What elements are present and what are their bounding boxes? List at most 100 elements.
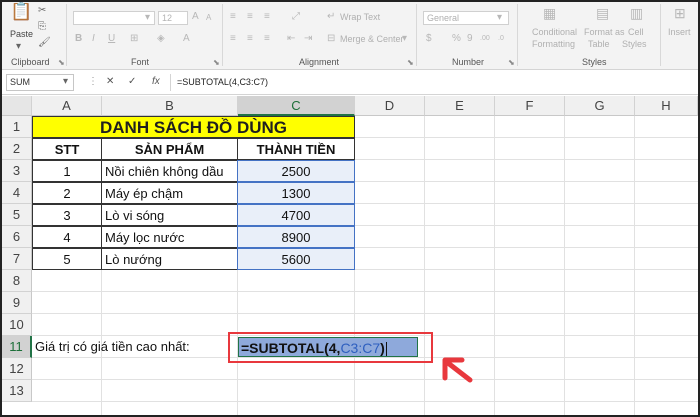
table-cell-amount[interactable]: 8900 <box>237 226 355 248</box>
merge-center-button[interactable]: Merge & Center <box>340 34 404 44</box>
format-as-table-button[interactable]: Format as <box>584 27 625 37</box>
wrap-text-icon[interactable]: ↵ <box>327 10 335 24</box>
format-painter-icon[interactable]: 🖌 <box>38 36 51 50</box>
header-product[interactable]: SẢN PHẨM <box>101 138 238 160</box>
insert-cells-icon[interactable]: ⊞ <box>674 6 686 20</box>
comma-style-icon[interactable]: 9 <box>467 32 473 46</box>
align-middle-icon[interactable]: ≡ <box>247 10 253 24</box>
row-header-3[interactable]: 3 <box>2 160 32 182</box>
grow-font-icon[interactable]: A <box>192 10 199 24</box>
cell-styles-icon[interactable]: ▥ <box>630 6 643 20</box>
clipboard-launcher-icon[interactable]: ⬊ <box>58 58 65 67</box>
font-family-select[interactable] <box>73 11 155 25</box>
conditional-formatting-button[interactable]: Conditional <box>532 27 577 37</box>
table-cell-product[interactable]: Lò nướng <box>101 248 238 270</box>
merge-center-icon[interactable]: ⊟ <box>327 32 335 46</box>
column-header-e[interactable]: E <box>425 96 495 116</box>
row-header-13[interactable]: 13 <box>2 380 32 402</box>
row-header-9[interactable]: 9 <box>2 292 32 314</box>
table-cell-stt[interactable]: 3 <box>32 204 102 226</box>
orientation-icon[interactable]: ⤢ <box>292 10 300 24</box>
insert-function-icon[interactable]: fx <box>152 75 160 89</box>
active-cell-c11[interactable]: =SUBTOTAL(4,C3:C7) <box>238 337 418 357</box>
table-cell-product[interactable]: Máy ép chậm <box>101 182 238 204</box>
row-header-4[interactable]: 4 <box>2 182 32 204</box>
decrease-decimal-icon[interactable]: .0 <box>498 32 504 46</box>
header-amount[interactable]: THÀNH TIỀN <box>237 138 355 160</box>
table-cell-amount[interactable]: 5600 <box>237 248 355 270</box>
align-left-icon[interactable]: ≡ <box>230 32 236 46</box>
copy-icon[interactable]: ⎘ <box>38 20 46 34</box>
font-family-chevron-icon[interactable]: ▾ <box>145 11 150 25</box>
row-header-1[interactable]: 1 <box>2 116 32 138</box>
column-header-c[interactable]: C <box>238 96 355 116</box>
underline-button[interactable]: U <box>108 32 115 46</box>
row-header-5[interactable]: 5 <box>2 204 32 226</box>
label-max-value[interactable]: Giá trị có giá tiền cao nhất: <box>35 336 235 358</box>
column-header-h[interactable]: H <box>635 96 698 116</box>
table-cell-amount[interactable]: 2500 <box>237 160 355 182</box>
enter-icon[interactable]: ✓ <box>128 75 136 89</box>
cell-styles-button-line2[interactable]: Styles <box>622 39 647 49</box>
name-box-chevron-icon[interactable]: ▾ <box>63 75 68 89</box>
bold-button[interactable]: B <box>75 32 82 46</box>
wrap-text-button[interactable]: Wrap Text <box>340 12 380 22</box>
select-all-corner[interactable] <box>2 96 32 116</box>
column-header-b[interactable]: B <box>102 96 238 116</box>
conditional-formatting-button-line2[interactable]: Formatting <box>532 39 575 49</box>
paste-icon[interactable]: 📋 <box>10 2 32 26</box>
row-header-11[interactable]: 11 <box>2 336 32 358</box>
borders-icon[interactable]: ⊞ <box>130 32 138 46</box>
italic-button[interactable]: I <box>92 32 95 46</box>
table-cell-amount[interactable]: 1300 <box>237 182 355 204</box>
row-header-6[interactable]: 6 <box>2 226 32 248</box>
table-cell-stt[interactable]: 4 <box>32 226 102 248</box>
row-header-2[interactable]: 2 <box>2 138 32 160</box>
font-launcher-icon[interactable]: ⬊ <box>213 58 220 67</box>
align-right-icon[interactable]: ≡ <box>264 32 270 46</box>
format-as-table-button-line2[interactable]: Table <box>588 39 610 49</box>
font-size-select[interactable]: 12 <box>158 11 188 25</box>
paste-dropdown-icon[interactable]: ▾ <box>16 40 21 54</box>
number-format-chevron-icon[interactable]: ▾ <box>497 11 502 25</box>
cell-styles-button[interactable]: Cell <box>628 27 644 37</box>
table-cell-stt[interactable]: 5 <box>32 248 102 270</box>
merge-dropdown-icon[interactable]: ▾ <box>402 32 407 46</box>
formula-input[interactable]: =SUBTOTAL(4,C3:C7) <box>177 75 268 90</box>
column-header-a[interactable]: A <box>32 96 102 116</box>
column-header-g[interactable]: G <box>565 96 635 116</box>
row-header-12[interactable]: 12 <box>2 358 32 380</box>
column-header-d[interactable]: D <box>355 96 425 116</box>
row-header-10[interactable]: 10 <box>2 314 32 336</box>
number-launcher-icon[interactable]: ⬊ <box>508 58 515 67</box>
cancel-icon[interactable]: ✕ <box>106 75 114 89</box>
table-cell-product[interactable]: Nồi chiên không dầu <box>101 160 238 182</box>
header-stt[interactable]: STT <box>32 138 102 160</box>
table-cell-stt[interactable]: 1 <box>32 160 102 182</box>
align-bottom-icon[interactable]: ≡ <box>264 10 270 24</box>
format-as-table-icon[interactable]: ▤ <box>596 6 609 20</box>
sheet-title-cell[interactable]: DANH SÁCH ĐỒ DÙNG <box>32 116 355 138</box>
alignment-launcher-icon[interactable]: ⬊ <box>407 58 414 67</box>
column-header-f[interactable]: F <box>495 96 565 116</box>
currency-icon[interactable]: $ <box>426 32 432 46</box>
align-top-icon[interactable]: ≡ <box>230 10 236 24</box>
table-cell-amount[interactable]: 4700 <box>237 204 355 226</box>
table-cell-product[interactable]: Lò vi sóng <box>101 204 238 226</box>
fill-color-icon[interactable]: ◈ <box>157 32 165 46</box>
font-color-icon[interactable]: A <box>183 32 190 46</box>
insert-cells-button[interactable]: Insert <box>668 27 691 37</box>
align-center-icon[interactable]: ≡ <box>247 32 253 46</box>
paste-button[interactable]: Paste <box>10 29 33 39</box>
row-header-8[interactable]: 8 <box>2 270 32 292</box>
decrease-indent-icon[interactable]: ⇤ <box>287 32 295 46</box>
row-header-7[interactable]: 7 <box>2 248 32 270</box>
cut-icon[interactable]: ✂ <box>38 4 46 18</box>
shrink-font-icon[interactable]: A <box>206 11 211 25</box>
increase-indent-icon[interactable]: ⇥ <box>304 32 312 46</box>
conditional-formatting-icon[interactable]: ▦ <box>543 6 556 20</box>
increase-decimal-icon[interactable]: .00 <box>480 32 490 46</box>
percent-icon[interactable]: % <box>452 32 461 46</box>
table-cell-product[interactable]: Máy lọc nước <box>101 226 238 248</box>
table-cell-stt[interactable]: 2 <box>32 182 102 204</box>
